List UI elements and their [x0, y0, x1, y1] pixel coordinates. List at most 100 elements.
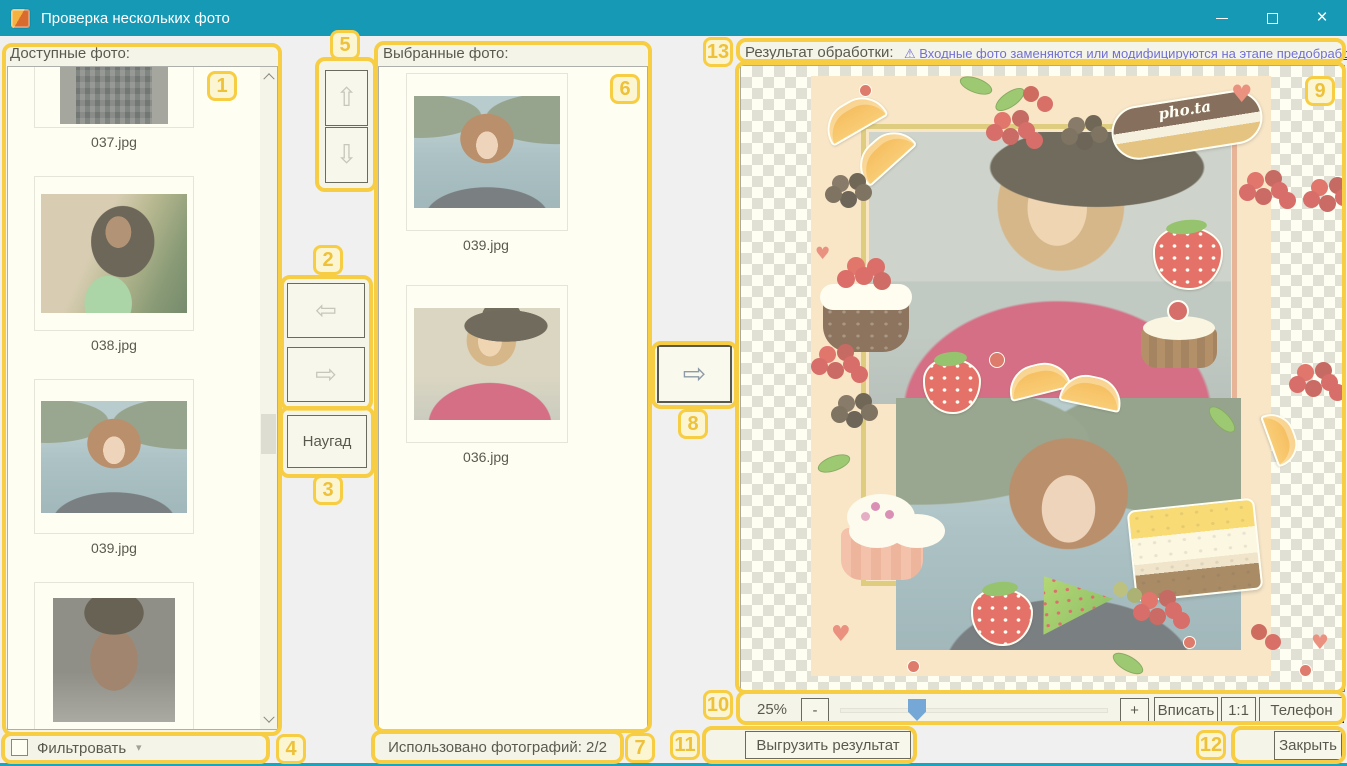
window-controls: ×	[1197, 0, 1347, 36]
right-arrow-icon: ⇨	[683, 360, 706, 388]
maximize-icon	[1267, 13, 1278, 24]
scroll-down-icon[interactable]	[260, 711, 277, 729]
selected-photos-inner: 039.jpg 036.jpg	[406, 67, 570, 497]
filter-checkbox[interactable]	[11, 739, 28, 756]
pink-cupcake-doodle	[841, 528, 923, 580]
berry-cluster-doodle	[1303, 191, 1320, 208]
annotation-label-7: 7	[625, 733, 655, 763]
annotation-label-2: 2	[313, 245, 343, 275]
photo-caption: 036.jpg	[406, 449, 566, 465]
scrollbar-thumb[interactable]	[261, 414, 276, 454]
close-button[interactable]: ×	[1297, 0, 1347, 36]
photo-caption: 037.jpg	[34, 134, 194, 150]
window-title: Проверка нескольких фото	[41, 10, 230, 27]
photo-thumbnail	[414, 96, 560, 208]
berry-doodle	[1299, 664, 1312, 677]
close-icon: ×	[1316, 7, 1327, 29]
list-item[interactable]	[406, 73, 568, 231]
window: Проверка нескольких фото × Доступные фот…	[0, 0, 1347, 766]
berry-doodle	[859, 84, 872, 97]
raspberry-cluster-doodle	[986, 124, 1003, 141]
berry-cluster-doodle	[1289, 376, 1306, 393]
filter-label: Фильтровать	[37, 740, 126, 757]
selected-photos-list[interactable]: 039.jpg 036.jpg	[378, 66, 648, 730]
cherry-doodle	[1251, 624, 1267, 640]
berry-cluster-doodle	[1239, 184, 1256, 201]
berry-doodle	[1183, 636, 1196, 649]
minimize-button[interactable]	[1197, 0, 1247, 36]
fit-button[interactable]: Вписать	[1154, 697, 1218, 723]
annotation-label-8: 8	[678, 409, 708, 439]
list-item[interactable]	[34, 66, 194, 128]
move-right-button[interactable]: ⇨	[287, 347, 365, 402]
annotation-label-12: 12	[1196, 730, 1226, 760]
move-down-button[interactable]: ⇩	[325, 127, 368, 183]
move-left-button[interactable]: ⇦	[287, 283, 365, 338]
heart-doodle: ♥	[815, 246, 830, 263]
cheesecake-doodle	[1127, 498, 1264, 603]
chevron-down-icon	[263, 712, 274, 723]
leaf-doodle	[957, 73, 994, 99]
export-result-button[interactable]: Выгрузить результат	[745, 731, 911, 759]
chocolate-cluster-doodle	[831, 406, 848, 423]
zoom-in-button[interactable]: +	[1120, 698, 1149, 722]
preprocessing-warning-link[interactable]: ⚠ Входные фото заменяются или модифициру…	[904, 46, 1347, 62]
heart-doodle: ♥	[1311, 632, 1329, 652]
list-item[interactable]	[34, 379, 194, 534]
down-arrow-icon: ⇩	[336, 142, 358, 168]
random-button[interactable]: Наугад	[287, 415, 367, 468]
chevron-up-icon	[263, 73, 274, 84]
close-dialog-button[interactable]: Закрыть	[1274, 731, 1342, 760]
available-photos-list[interactable]: 037.jpg 038.jpg 039.jpg	[7, 66, 278, 730]
filter-dropdown-icon[interactable]: ▾	[136, 741, 142, 754]
photo-thumbnail	[414, 308, 560, 420]
up-arrow-icon: ⇧	[336, 85, 358, 111]
selected-photos-title: Выбранные фото:	[383, 45, 509, 62]
zoom-out-button[interactable]: -	[801, 698, 829, 722]
result-title: Результат обработки:	[745, 44, 894, 61]
photo-caption: 039.jpg	[34, 540, 194, 556]
cherry-doodle	[1023, 86, 1039, 102]
leaf-doodle	[992, 84, 1028, 116]
available-photos-inner: 037.jpg 038.jpg 039.jpg	[34, 67, 198, 730]
chocolate-cluster-doodle	[825, 186, 842, 203]
photo-thumbnail	[53, 598, 175, 722]
apply-selection-button[interactable]: ⇨	[657, 345, 732, 403]
photo-thumbnail	[60, 66, 168, 124]
cherry-tart-doodle	[1141, 328, 1217, 368]
scrollbar[interactable]	[260, 67, 277, 729]
list-item[interactable]	[34, 582, 194, 730]
zoom-slider-thumb[interactable]	[908, 699, 926, 721]
left-arrow-icon: ⇦	[315, 298, 337, 324]
olive-doodle	[1113, 582, 1128, 597]
used-photos-status: Использовано фотографий: 2/2	[371, 739, 624, 756]
list-item[interactable]	[406, 285, 568, 443]
actual-size-button[interactable]: 1:1	[1221, 697, 1256, 723]
move-up-button[interactable]: ⇧	[325, 70, 368, 126]
cherry-doodle	[989, 352, 1005, 368]
minimize-icon	[1216, 18, 1228, 19]
app-icon	[11, 9, 30, 28]
maximize-button[interactable]	[1247, 0, 1297, 36]
annotation-label-11: 11	[670, 730, 700, 760]
list-item[interactable]	[34, 176, 194, 331]
heart-doodle: ♥	[1231, 82, 1253, 106]
berry-cluster-doodle	[1133, 604, 1150, 621]
right-arrow-icon: ⇨	[315, 362, 337, 388]
leaf-doodle	[815, 451, 852, 477]
annotation-label-4: 4	[276, 734, 306, 764]
annotation-label-13: 13	[703, 37, 733, 67]
result-image: pho.ta ♥ ♥ ♥	[811, 76, 1271, 676]
result-preview-canvas[interactable]: pho.ta ♥ ♥ ♥	[740, 65, 1345, 692]
photo-thumbnail	[41, 401, 187, 513]
annotation-label-10: 10	[703, 690, 733, 720]
heart-doodle: ♥	[831, 624, 851, 646]
berry-doodle	[907, 660, 920, 673]
titlebar: Проверка нескольких фото ×	[0, 0, 1347, 36]
blackberry-cluster-doodle	[1061, 128, 1078, 145]
photo-caption: 038.jpg	[34, 337, 194, 353]
phone-preview-button[interactable]: Телефон	[1259, 697, 1344, 723]
scroll-up-icon[interactable]	[260, 67, 277, 85]
zoom-slider-track[interactable]	[840, 708, 1108, 713]
photo-caption: 039.jpg	[406, 237, 566, 253]
